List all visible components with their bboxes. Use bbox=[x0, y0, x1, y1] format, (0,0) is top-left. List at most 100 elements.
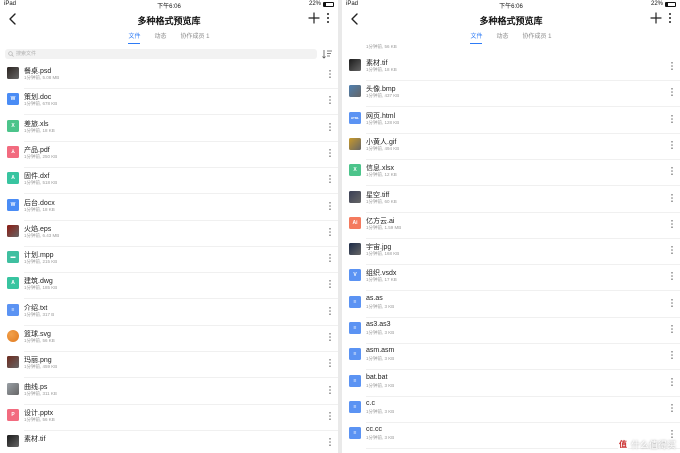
list-item[interactable]: 小黄人.gif 1分钟前, 494 KB bbox=[342, 134, 680, 160]
list-item[interactable]: A 固件.dxf 1分钟前, 518 KB bbox=[0, 168, 338, 195]
file-name: bat.bat bbox=[366, 373, 388, 381]
more-vertical-icon[interactable] bbox=[326, 12, 330, 24]
image-thumbnail-icon bbox=[7, 382, 19, 395]
file-meta: 1分钟前, 3 KB bbox=[366, 356, 395, 362]
nav-bar: 多种格式预览库 bbox=[0, 9, 338, 29]
more-vertical-icon[interactable] bbox=[668, 12, 672, 24]
list-item[interactable]: W 策划.doc 1分钟前, 678 KB bbox=[0, 89, 338, 116]
list-item[interactable]: ≡ c.c 1分钟前, 3 KB bbox=[342, 397, 680, 423]
file-meta: 1分钟前, 168 KB bbox=[366, 251, 400, 257]
list-item[interactable]: 头像.bmp 1分钟前, 437 KB bbox=[342, 81, 680, 108]
file-name: as.as bbox=[366, 294, 383, 302]
tab-members[interactable]: 协作成员 1 bbox=[181, 31, 210, 43]
row-more-icon[interactable] bbox=[670, 271, 674, 281]
list-item[interactable]: ≡ bat.bat 1分钟前, 3 KB bbox=[342, 371, 680, 397]
list-item[interactable]: 餐桌.psd 1分钟前, 5.08 MB bbox=[0, 63, 338, 89]
list-item[interactable]: X 差旅.xls 1分钟前, 18 KB bbox=[0, 116, 338, 142]
sort-icon[interactable] bbox=[322, 49, 333, 59]
watermark: 值 什么值得买 bbox=[616, 438, 676, 451]
row-more-icon[interactable] bbox=[328, 253, 332, 263]
row-more-icon[interactable] bbox=[328, 385, 332, 395]
back-arrow-icon[interactable] bbox=[348, 12, 362, 26]
add-icon[interactable] bbox=[650, 12, 662, 24]
row-more-icon[interactable] bbox=[670, 140, 674, 150]
row-more-icon[interactable] bbox=[328, 69, 332, 79]
list-item[interactable]: 宇宙.jpg 1分钟前, 168 KB bbox=[342, 239, 680, 266]
image-thumbnail-icon bbox=[7, 224, 19, 237]
row-more-icon[interactable] bbox=[670, 61, 674, 71]
row-more-icon[interactable] bbox=[670, 166, 674, 176]
row-more-icon[interactable] bbox=[328, 201, 332, 211]
file-meta: 1分钟前, 3 KB bbox=[366, 435, 395, 441]
tab-members[interactable]: 协作成员 1 bbox=[523, 31, 552, 43]
tab-bar: 文件 动态 协作成员 1 bbox=[342, 31, 680, 44]
file-meta: 1分钟前, 518 KB bbox=[24, 180, 58, 186]
row-more-icon[interactable] bbox=[670, 193, 674, 203]
row-more-icon[interactable] bbox=[670, 403, 674, 413]
excel-file-icon: X bbox=[349, 164, 361, 177]
file-meta: 1分钟前, 56 KB bbox=[24, 416, 55, 422]
list-item[interactable]: V 组织.vsdx 1分钟前, 17 KB bbox=[342, 265, 680, 292]
row-more-icon[interactable] bbox=[670, 87, 674, 97]
list-item[interactable]: X 信息.xlsx 1分钟前, 12 KB bbox=[342, 160, 680, 187]
row-more-icon[interactable] bbox=[328, 122, 332, 132]
excel-file-icon: X bbox=[7, 119, 19, 132]
list-item[interactable]: 曲线.ps 1分钟前, 311 KB bbox=[0, 379, 338, 405]
list-item[interactable]: ≡ as3.as3 1分钟前, 3 KB bbox=[342, 318, 680, 344]
list-item[interactable]: P 设计.pptx 1分钟前, 56 KB bbox=[0, 405, 338, 431]
back-arrow-icon[interactable] bbox=[6, 12, 20, 26]
row-more-icon[interactable] bbox=[670, 114, 674, 124]
list-item[interactable]: 玛丽.png 1分钟前, 459 KB bbox=[0, 352, 338, 379]
row-more-icon[interactable] bbox=[328, 358, 332, 368]
page-title: 多种格式预览库 bbox=[137, 16, 201, 26]
list-item[interactable]: 素材.tif 1分钟前, 18 KB bbox=[342, 55, 680, 81]
file-meta: 1分钟前, 459 KB bbox=[24, 364, 58, 370]
visio-file-icon: V bbox=[349, 269, 361, 282]
row-more-icon[interactable] bbox=[670, 350, 674, 360]
text-file-icon: ≡ bbox=[7, 303, 19, 316]
file-meta: 1分钟前, 311 KB bbox=[24, 390, 57, 396]
list-item[interactable]: ≡ as.as 1分钟前, 3 KB bbox=[342, 292, 680, 318]
tab-bar: 文件 动态 协作成员 1 bbox=[0, 31, 338, 44]
row-more-icon[interactable] bbox=[328, 332, 332, 342]
list-item[interactable]: HTML 网页.html 1分钟前, 128 KB bbox=[342, 108, 680, 134]
row-more-icon[interactable] bbox=[670, 245, 674, 255]
row-more-icon[interactable] bbox=[670, 298, 674, 308]
row-more-icon[interactable] bbox=[328, 148, 332, 158]
search-input[interactable]: 搜索文件 bbox=[5, 49, 317, 59]
powerpoint-file-icon: P bbox=[7, 408, 19, 421]
tab-files[interactable]: 文件 bbox=[470, 31, 483, 44]
row-more-icon[interactable] bbox=[328, 279, 332, 289]
list-item[interactable]: ⅄ 产品.pdf 1分钟前, 250 KB bbox=[0, 142, 338, 168]
list-item[interactable]: ≡ asm.asm 1分钟前, 3 KB bbox=[342, 344, 680, 371]
row-more-icon[interactable] bbox=[670, 377, 674, 387]
add-icon[interactable] bbox=[308, 12, 320, 24]
list-item[interactable]: 火焰.eps 1分钟前, 6.43 MB bbox=[0, 221, 338, 247]
image-thumbnail-icon bbox=[349, 85, 361, 98]
battery-percent: 22% bbox=[308, 1, 321, 7]
list-item[interactable]: A 建筑.dwg 1分钟前, 185 KB bbox=[0, 273, 338, 300]
tab-activity[interactable]: 动态 bbox=[496, 31, 508, 43]
row-more-icon[interactable] bbox=[328, 411, 332, 421]
row-more-icon[interactable] bbox=[328, 437, 332, 447]
file-meta: 1分钟前, 3 KB bbox=[366, 382, 395, 388]
row-more-icon[interactable] bbox=[328, 227, 332, 237]
row-more-icon[interactable] bbox=[670, 219, 674, 229]
list-item-cropped[interactable]: 1分钟前, 56 KB bbox=[342, 43, 680, 51]
html-file-icon: HTML bbox=[349, 111, 361, 124]
list-item[interactable]: W 后台.docx 1分钟前, 18 KB bbox=[0, 195, 338, 221]
row-more-icon[interactable] bbox=[328, 306, 332, 316]
list-item[interactable]: ≡ 介绍.txt 1分钟前, 317 B bbox=[0, 300, 338, 326]
list-item[interactable]: Ai 亿方云.ai 1分钟前, 1.59 MB bbox=[342, 213, 680, 239]
cad-file-icon: A bbox=[7, 172, 19, 185]
list-item[interactable]: 素材.tif bbox=[0, 431, 338, 453]
row-more-icon[interactable] bbox=[328, 174, 332, 184]
row-more-icon[interactable] bbox=[670, 324, 674, 334]
file-meta: 1分钟前, 494 KB bbox=[366, 145, 400, 151]
tab-activity[interactable]: 动态 bbox=[154, 31, 166, 43]
list-item[interactable]: 篮球.svg 1分钟前, 56 KB bbox=[0, 326, 338, 352]
tab-files[interactable]: 文件 bbox=[128, 31, 141, 44]
row-more-icon[interactable] bbox=[328, 95, 332, 105]
list-item[interactable]: ▬ 计划.mpp 1分钟前, 215 KB bbox=[0, 247, 338, 274]
list-item[interactable]: 星空.tiff 1分钟前, 60 KB bbox=[342, 187, 680, 213]
